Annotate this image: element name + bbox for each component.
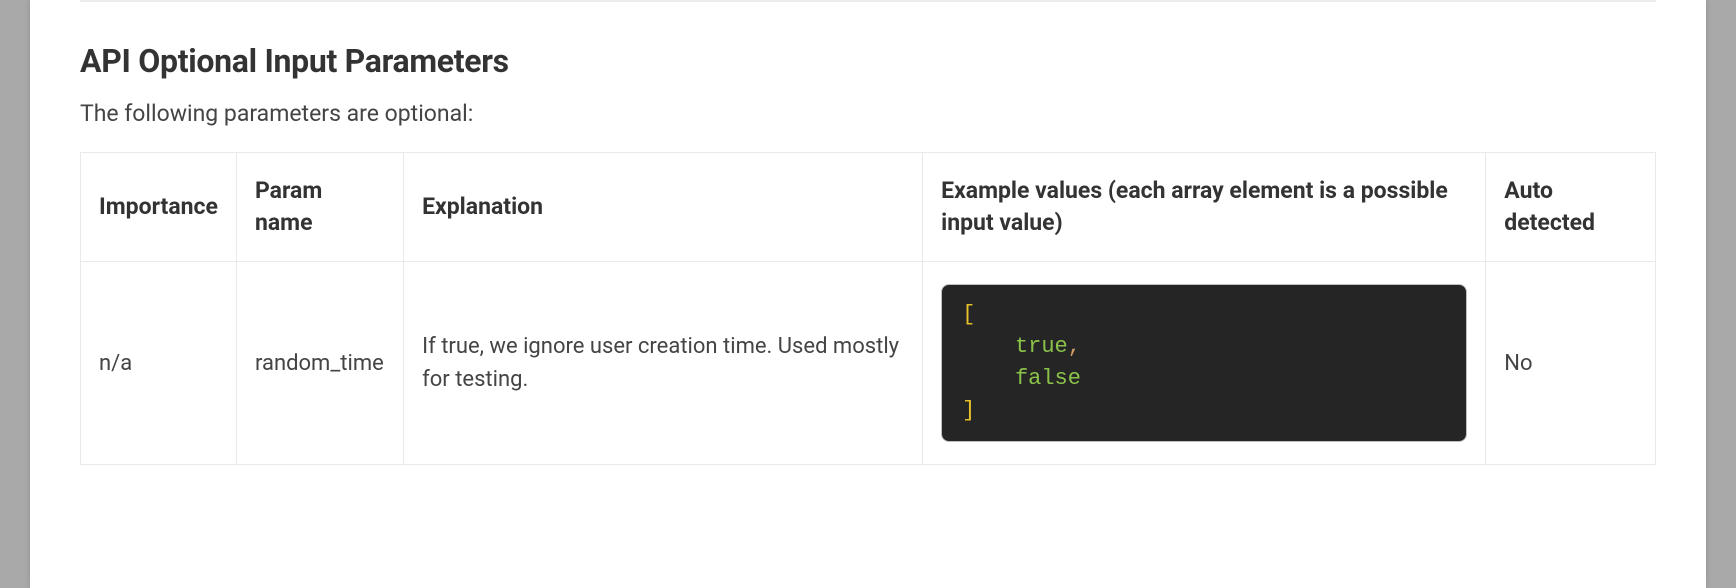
cell-auto-detected: No (1486, 262, 1656, 465)
cell-importance: n/a (81, 262, 237, 465)
optional-params-table: Importance Param name Explanation Exampl… (80, 152, 1656, 465)
col-header-param-name: Param name (236, 153, 403, 262)
example-code-block: [ true, false ] (941, 284, 1467, 442)
cell-example-values: [ true, false ] (923, 262, 1486, 465)
table-row: n/a random_time If true, we ignore user … (81, 262, 1656, 465)
col-header-auto-detected: Auto detected (1486, 153, 1656, 262)
code-boolean-false: false (1015, 366, 1081, 391)
cell-explanation: If true, we ignore user creation time. U… (404, 262, 923, 465)
col-header-explanation: Explanation (404, 153, 923, 262)
code-bracket-close: ] (962, 398, 975, 423)
section-description: The following parameters are optional: (80, 100, 1656, 127)
code-bracket-open: [ (962, 302, 975, 327)
code-comma: , (1068, 334, 1081, 359)
section-divider (80, 0, 1656, 2)
code-boolean-true: true (1015, 334, 1068, 359)
table-header-row: Importance Param name Explanation Exampl… (81, 153, 1656, 262)
documentation-page: API Optional Input Parameters The follow… (30, 0, 1706, 588)
cell-param-name: random_time (236, 262, 403, 465)
col-header-importance: Importance (81, 153, 237, 262)
section-title: API Optional Input Parameters (80, 42, 1656, 80)
col-header-example-values: Example values (each array element is a … (923, 153, 1486, 262)
